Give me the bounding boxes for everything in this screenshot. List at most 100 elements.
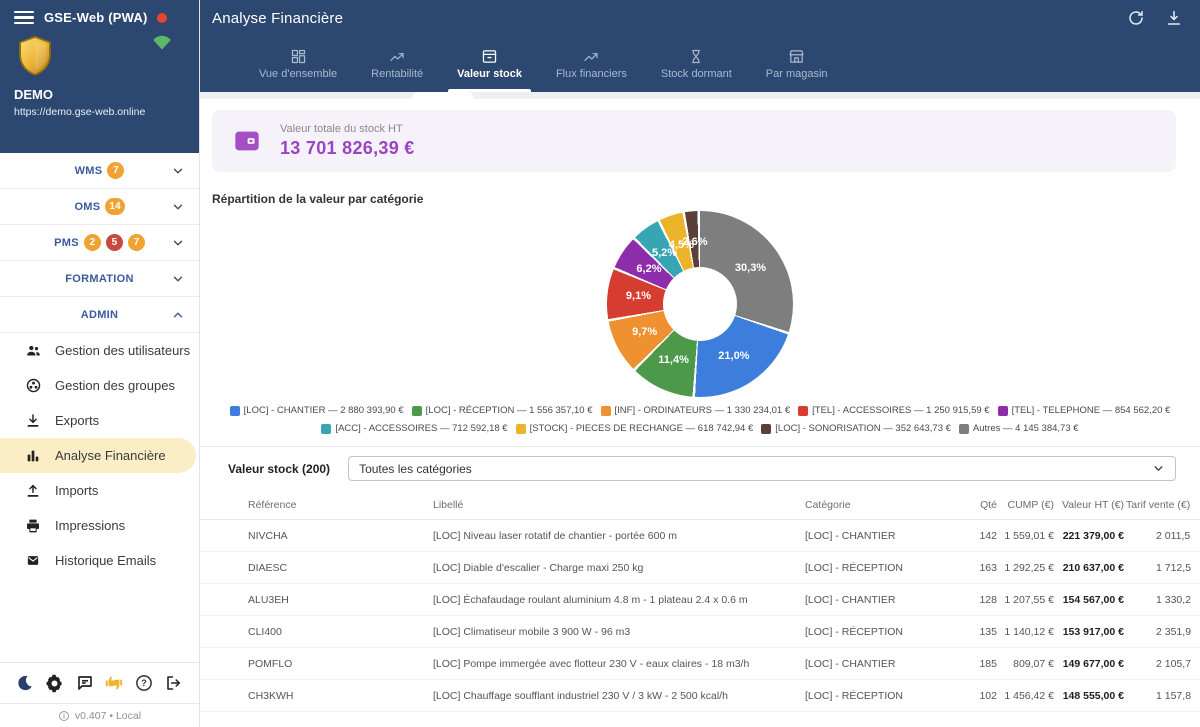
category-filter-select[interactable]: Toutes les catégories xyxy=(348,456,1176,481)
cell-valeur-ht: 153 917,00 € xyxy=(1054,626,1124,638)
cell-tarif-vente: 1 330,2 xyxy=(1124,594,1200,606)
legend-item[interactable]: [LOC] - CHANTIER — 2 880 393,90 € xyxy=(230,405,404,416)
legend-swatch xyxy=(516,424,526,434)
tab-vue-d-ensemble[interactable]: Vue d'ensemble xyxy=(242,36,354,92)
sidebar-section-oms[interactable]: OMS14 xyxy=(0,189,199,225)
bar-chart-icon xyxy=(24,447,42,465)
tab-rentabilit-[interactable]: Rentabilité xyxy=(354,36,440,92)
tab-label: Par magasin xyxy=(766,68,828,80)
category-filter-value: Toutes les catégories xyxy=(359,462,472,476)
refresh-icon[interactable] xyxy=(1126,8,1146,28)
sidebar-item-imports[interactable]: Imports xyxy=(0,473,199,508)
trend-icon xyxy=(582,49,600,65)
cell-cump: 1 456,42 € xyxy=(997,690,1054,702)
legend-label: [LOC] - SONORISATION — 352 643,73 € xyxy=(775,423,951,434)
legend-label: [TEL] - ACCESSOIRES — 1 250 915,59 € xyxy=(812,405,989,416)
trend-icon xyxy=(388,49,406,65)
tab-stock-dormant[interactable]: Stock dormant xyxy=(644,36,749,92)
table-row[interactable]: CLI400[LOC] Climatiseur mobile 3 900 W -… xyxy=(200,616,1200,648)
table-row[interactable]: NIVCHA[LOC] Niveau laser rotatif de chan… xyxy=(200,520,1200,552)
settings-gear-icon[interactable] xyxy=(44,672,66,694)
sidebar-item-historique-emails[interactable]: Historique Emails xyxy=(0,543,199,578)
stock-total-value: 13 701 826,39 € xyxy=(280,138,415,159)
sidebar-item-label: Gestion des utilisateurs xyxy=(55,343,190,358)
sidebar-item-analyse-financi-re[interactable]: Analyse Financière xyxy=(0,438,196,473)
legend-label: [ACC] - ACCESSOIRES — 712 592,18 € xyxy=(335,423,507,434)
logout-icon[interactable] xyxy=(163,672,185,694)
legend-label: [STOCK] - PIECES DE RECHANGE — 618 742,9… xyxy=(530,423,754,434)
sidebar-section-formation[interactable]: FORMATION xyxy=(0,261,199,297)
cell-categorie: [LOC] - CHANTIER xyxy=(805,658,950,670)
app-root: GSE-Web (PWA) xyxy=(0,0,1200,727)
dashboard-icon xyxy=(290,48,307,65)
table-row[interactable]: CH3KWH[LOC] Chauffage soufflant industri… xyxy=(200,680,1200,712)
cell-qte: 128 xyxy=(950,594,997,606)
sidebar: GSE-Web (PWA) xyxy=(0,0,200,727)
cell-reference: CH3KWH xyxy=(248,690,433,702)
sidebar-section-pms[interactable]: PMS257 xyxy=(0,225,199,261)
page-title: Analyse Financière xyxy=(212,10,343,27)
sidebar-item-gestion-des-groupes[interactable]: Gestion des groupes xyxy=(0,368,199,403)
sidebar-section-wms[interactable]: WMS7 xyxy=(0,153,199,189)
sidebar-section-label: ADMIN xyxy=(81,309,119,321)
legend-item[interactable]: [LOC] - RÉCEPTION — 1 556 357,10 € xyxy=(412,405,593,416)
category-donut-chart[interactable]: 30,3%21,0%11,4%9,7%9,1%6,2%5,2%4,5%2,6% xyxy=(607,211,793,397)
cell-qte: 102 xyxy=(950,690,997,702)
cell-tarif-vente: 1 712,5 xyxy=(1124,562,1200,574)
notification-badge: 5 xyxy=(106,234,123,251)
sidebar-item-impressions[interactable]: Impressions xyxy=(0,508,199,543)
table-row[interactable]: ALU3EH[LOC] Échafaudage roulant aluminiu… xyxy=(200,584,1200,616)
table-header-row: RéférenceLibelléCatégorieQtéCUMP (€)Vale… xyxy=(200,490,1200,520)
tab-bar: Vue d'ensemble RentabilitéValeur stockFlu… xyxy=(200,36,1200,92)
legend-item[interactable]: [STOCK] - PIECES DE RECHANGE — 618 742,9… xyxy=(516,423,754,434)
legend-swatch xyxy=(959,424,969,434)
tab-valeur-stock[interactable]: Valeur stock xyxy=(440,36,539,92)
cell-tarif-vente: 2 351,9 xyxy=(1124,626,1200,638)
legend-item[interactable]: [ACC] - ACCESSOIRES — 712 592,18 € xyxy=(321,423,507,434)
info-icon xyxy=(58,710,70,722)
legend-item[interactable]: [TEL] - ACCESSOIRES — 1 250 915,59 € xyxy=(798,405,989,416)
cell-libelle: [LOC] Échafaudage roulant aluminium 4.8 … xyxy=(433,594,805,606)
cell-cump: 1 292,25 € xyxy=(997,562,1054,574)
mail-icon xyxy=(24,552,42,570)
cell-reference: NIVCHA xyxy=(248,530,433,542)
column-header-3: Catégorie xyxy=(805,499,950,511)
cell-libelle: [LOC] Chauffage soufflant industriel 230… xyxy=(433,690,805,702)
legend-item[interactable]: [TEL] - TELEPHONE — 854 562,20 € xyxy=(998,405,1171,416)
download-icon[interactable] xyxy=(1164,8,1184,28)
legend-item[interactable]: Autres — 4 145 384,73 € xyxy=(959,423,1079,434)
cell-libelle: [LOC] Climatiseur mobile 3 900 W - 96 m3 xyxy=(433,626,805,638)
hamburger-menu-icon[interactable] xyxy=(14,11,34,25)
legend-label: [TEL] - TELEPHONE — 854 562,20 € xyxy=(1012,405,1171,416)
chat-icon[interactable] xyxy=(74,672,96,694)
printer-icon xyxy=(24,517,42,535)
pie-slice-label: 21,0% xyxy=(718,350,749,362)
stock-table: RéférenceLibelléCatégorieQtéCUMP (€)Vale… xyxy=(200,490,1200,712)
legend-swatch xyxy=(761,424,771,434)
cell-libelle: [LOC] Diable d'escalier - Charge maxi 25… xyxy=(433,562,805,574)
tab-flux-financiers[interactable]: Flux financiers xyxy=(539,36,644,92)
sidebar-item-gestion-des-utilisateurs[interactable]: Gestion des utilisateurs xyxy=(0,333,199,368)
legend-label: [LOC] - CHANTIER — 2 880 393,90 € xyxy=(244,405,404,416)
tab-par-magasin[interactable]: Par magasin xyxy=(749,36,845,92)
feedback-thumbs-icon[interactable] xyxy=(103,672,125,694)
sidebar-section-admin[interactable]: ADMIN xyxy=(0,297,199,333)
pie-slice-label: 6,2% xyxy=(636,263,661,275)
legend-item[interactable]: [INF] - ORDINATEURS — 1 330 234,01 € xyxy=(601,405,791,416)
main-area: Analyse Financière Vue d'ensemble Rentabi… xyxy=(200,0,1200,727)
sidebar-item-label: Historique Emails xyxy=(55,553,156,568)
store-icon xyxy=(788,48,805,65)
sidebar-item-label: Gestion des groupes xyxy=(55,378,175,393)
version-text: v0.407 • Local xyxy=(75,710,141,722)
table-row[interactable]: DIAESC[LOC] Diable d'escalier - Charge m… xyxy=(200,552,1200,584)
sidebar-item-exports[interactable]: Exports xyxy=(0,403,199,438)
legend-item[interactable]: [LOC] - SONORISATION — 352 643,73 € xyxy=(761,423,951,434)
help-icon[interactable]: ? xyxy=(133,672,155,694)
cell-reference: CLI400 xyxy=(248,626,433,638)
upload-icon xyxy=(24,482,42,500)
table-row[interactable]: POMFLO[LOC] Pompe immergée avec flotteur… xyxy=(200,648,1200,680)
sidebar-section-label: FORMATION xyxy=(65,273,134,285)
content: Valeur totale du stock HT 13 701 826,39 … xyxy=(200,92,1200,727)
dark-mode-moon-icon[interactable] xyxy=(14,672,36,694)
tab-label: Vue d'ensemble xyxy=(259,68,337,80)
